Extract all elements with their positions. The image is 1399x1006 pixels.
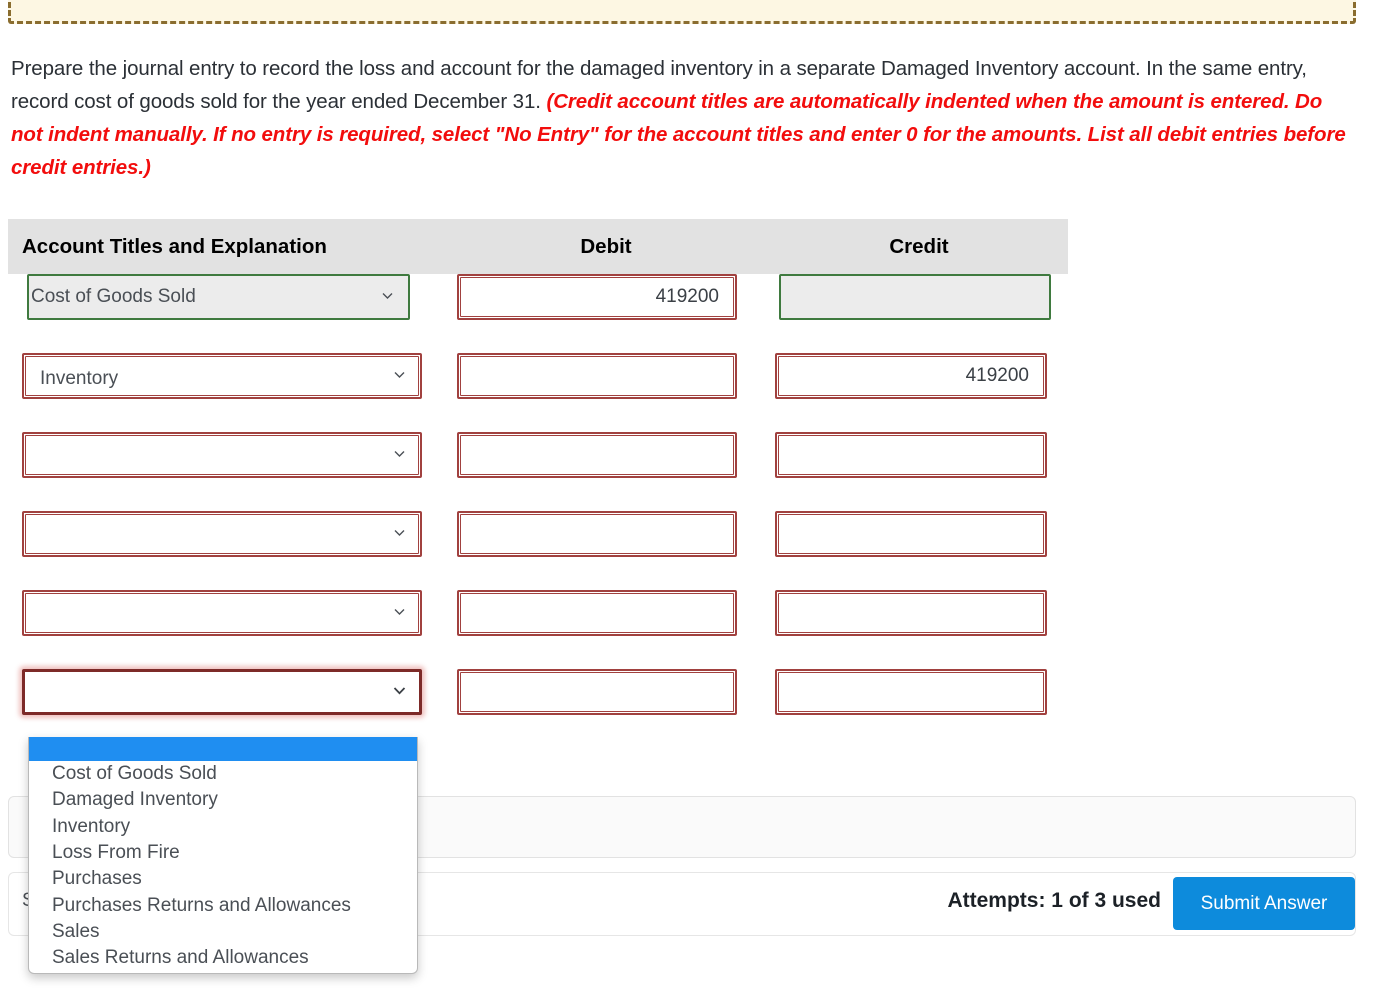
attempts-status: Attempts: 1 of 3 used	[947, 889, 1161, 912]
credit-input-row-6[interactable]	[775, 669, 1047, 715]
column-header-credit: Credit	[889, 234, 949, 258]
dropdown-option-blank[interactable]	[29, 737, 417, 761]
chevron-down-icon	[393, 605, 406, 618]
credit-input-row-4[interactable]	[775, 511, 1047, 557]
table-row: Cost of Goods Sold 419200	[0, 274, 1090, 353]
account-select-row-5[interactable]	[22, 590, 422, 636]
journal-entry-rows: Cost of Goods Sold 419200 Inventory 4192…	[0, 274, 1090, 748]
dropdown-option-purchases[interactable]: Purchases	[29, 866, 417, 892]
debit-input-row-4[interactable]	[457, 511, 737, 557]
question-prompt: Prepare the journal entry to record the …	[11, 52, 1359, 184]
dropdown-option-sales[interactable]: Sales	[29, 919, 417, 945]
chevron-down-icon	[393, 447, 406, 460]
credit-input-row-2[interactable]: 419200	[775, 353, 1047, 399]
chevron-down-icon	[393, 684, 406, 697]
account-select-row-2[interactable]: Inventory	[22, 353, 422, 399]
dropdown-option-damaged-inventory[interactable]: Damaged Inventory	[29, 787, 417, 813]
account-select-dropdown-list[interactable]: Cost of Goods Sold Damaged Inventory Inv…	[28, 737, 418, 975]
debit-input-row-1-value: 419200	[655, 286, 719, 307]
account-select-row-2-value: Inventory	[40, 367, 119, 389]
account-select-row-6[interactable]	[22, 669, 422, 715]
account-select-row-1-value: Cost of Goods Sold	[31, 286, 196, 307]
table-row	[0, 590, 1090, 669]
submit-answer-button[interactable]: Submit Answer	[1173, 877, 1355, 930]
chevron-down-icon	[381, 289, 394, 302]
dropdown-option-inventory[interactable]: Inventory	[29, 814, 417, 840]
account-select-row-4[interactable]	[22, 511, 422, 557]
dropdown-option-cost-of-goods-sold[interactable]: Cost of Goods Sold	[29, 761, 417, 787]
debit-input-row-2[interactable]	[457, 353, 737, 399]
debit-input-row-5[interactable]	[457, 590, 737, 636]
dropdown-option-loss-from-fire[interactable]: Loss From Fire	[29, 840, 417, 866]
credit-input-row-1[interactable]	[779, 274, 1051, 320]
credit-input-row-2-value: 419200	[965, 365, 1029, 386]
dashed-alert-banner	[8, 0, 1356, 24]
table-row	[0, 511, 1090, 590]
chevron-down-icon	[393, 526, 406, 539]
chevron-down-icon	[393, 368, 406, 381]
column-header-debit: Debit	[580, 234, 632, 258]
credit-input-row-5[interactable]	[775, 590, 1047, 636]
account-select-row-1[interactable]: Cost of Goods Sold	[27, 274, 410, 320]
account-select-row-3[interactable]	[22, 432, 422, 478]
credit-input-row-3[interactable]	[775, 432, 1047, 478]
debit-input-row-6[interactable]	[457, 669, 737, 715]
table-row: Inventory 419200	[0, 353, 1090, 432]
dropdown-option-sales-returns-and-allowances[interactable]: Sales Returns and Allowances	[29, 945, 417, 971]
debit-input-row-1[interactable]: 419200	[457, 274, 737, 320]
column-header-account: Account Titles and Explanation	[22, 234, 327, 258]
debit-input-row-3[interactable]	[457, 432, 737, 478]
journal-table-header: Account Titles and Explanation Debit Cre…	[8, 219, 1068, 274]
dropdown-option-purchases-returns-and-allowances[interactable]: Purchases Returns and Allowances	[29, 892, 417, 918]
table-row	[0, 432, 1090, 511]
